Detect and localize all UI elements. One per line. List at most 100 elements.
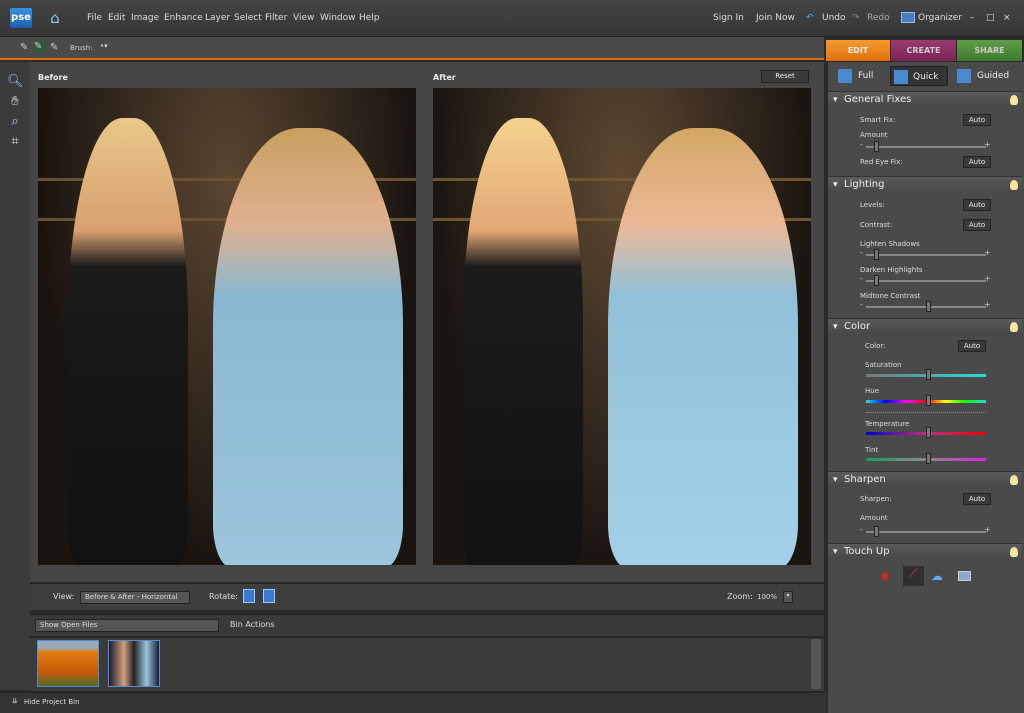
smart-fix-amount-slider[interactable] [866, 141, 986, 152]
bin-actions-menu[interactable]: Bin Actions [230, 620, 275, 629]
darken-highlights-slider[interactable] [866, 275, 986, 286]
subtract-brush-icon[interactable]: ✎ [50, 42, 58, 53]
red-eye-fix-label: Red Eye Fix: [860, 158, 903, 166]
show-open-files-select[interactable]: Show Open Files [35, 619, 219, 632]
menu-edit[interactable]: Edit [108, 13, 125, 23]
before-image[interactable] [38, 88, 416, 565]
hue-slider[interactable] [866, 395, 986, 406]
slider-knob[interactable] [874, 249, 879, 260]
section-title: Touch Up [844, 546, 890, 557]
zoom-dropdown[interactable]: ▾ [783, 591, 793, 603]
organizer-icon[interactable] [901, 12, 915, 23]
slider-knob[interactable] [926, 427, 931, 438]
rotate-left-icon[interactable] [243, 589, 255, 603]
reset-button[interactable]: Reset [761, 70, 809, 83]
section-general-fixes[interactable]: General Fixes [828, 91, 1022, 108]
quick-selection-tool-icon[interactable]: ⌕ [7, 114, 23, 130]
crop-tool-icon[interactable]: ⌗ [7, 134, 23, 150]
home-icon[interactable]: ⌂ [46, 9, 64, 27]
undo-button[interactable]: Undo [822, 13, 846, 23]
section-touch-up[interactable]: Touch Up [828, 543, 1022, 560]
color-auto-button[interactable]: Auto [958, 340, 986, 352]
menu-view[interactable]: View [293, 13, 314, 23]
minimize-button[interactable]: – [970, 13, 975, 23]
tip-bulb-icon[interactable] [1010, 322, 1018, 332]
tip-bulb-icon[interactable] [1010, 180, 1018, 190]
whiten-teeth-icon[interactable]: ⟋ [903, 566, 924, 586]
zoom-value[interactable]: 100% [757, 593, 777, 601]
menu-window[interactable]: Window [320, 13, 356, 23]
tip-bulb-icon[interactable] [1010, 95, 1018, 105]
menu-file[interactable]: File [87, 13, 102, 23]
mode-quick[interactable]: Quick [890, 66, 948, 86]
menu-image[interactable]: Image [131, 13, 159, 23]
tab-edit[interactable]: EDIT [826, 40, 890, 61]
midtone-contrast-slider[interactable] [866, 301, 986, 312]
bin-thumbnail[interactable] [108, 640, 160, 687]
hue-scale [866, 412, 986, 413]
view-select[interactable]: Before & After - Horizontal [80, 591, 190, 604]
section-sharpen[interactable]: Sharpen [828, 471, 1022, 488]
tip-bulb-icon[interactable] [1010, 547, 1018, 557]
menu-layer[interactable]: Layer [205, 13, 230, 23]
slider-knob[interactable] [874, 275, 879, 286]
quick-fix-panel [826, 62, 1024, 713]
tip-bulb-icon[interactable] [1010, 475, 1018, 485]
black-and-white-icon[interactable] [958, 571, 971, 581]
redo-button[interactable]: Redo [867, 13, 890, 23]
darken-highlights-label: Darken Highlights [860, 266, 923, 274]
contrast-auto-button[interactable]: Auto [963, 219, 991, 231]
menu-filter[interactable]: Filter [265, 13, 287, 23]
sign-in-link[interactable]: Sign In [713, 13, 744, 23]
sharpen-amount-slider[interactable] [866, 526, 986, 537]
tab-create[interactable]: CREATE [891, 40, 956, 61]
after-image[interactable] [433, 88, 811, 565]
saturation-slider[interactable] [866, 369, 986, 380]
tint-slider[interactable] [866, 453, 986, 464]
levels-label: Levels: [860, 201, 885, 209]
section-color[interactable]: Color [828, 318, 1022, 335]
slider-knob[interactable] [926, 369, 931, 380]
blue-sky-icon[interactable]: ☁ [931, 569, 943, 583]
section-lighting[interactable]: Lighting [828, 176, 1022, 193]
temperature-slider[interactable] [866, 427, 986, 438]
zoom-label: Zoom: [727, 592, 753, 601]
menu-help[interactable]: Help [359, 13, 380, 23]
add-brush-icon[interactable]: ✎ [34, 41, 46, 53]
mode-full[interactable]: Full [836, 66, 884, 86]
tab-share[interactable]: SHARE [957, 40, 1022, 61]
red-eye-auto-button[interactable]: Auto [963, 156, 991, 168]
maximize-button[interactable]: □ [986, 13, 995, 23]
smart-fix-auto-button[interactable]: Auto [963, 114, 991, 126]
slider-knob[interactable] [926, 395, 931, 406]
bin-thumbnail[interactable] [37, 640, 99, 687]
menu-select[interactable]: Select [234, 13, 262, 23]
rotate-right-icon[interactable] [263, 589, 275, 603]
lighten-shadows-label: Lighten Shadows [860, 240, 920, 248]
bin-scrollbar[interactable] [811, 639, 821, 689]
zoom-tool-icon[interactable]: 🔍︎ [7, 74, 24, 90]
menu-enhance[interactable]: Enhance [164, 13, 203, 23]
join-now-link[interactable]: Join Now [756, 13, 795, 23]
organizer-button[interactable]: Organizer [918, 13, 962, 23]
redo-icon[interactable]: ↷ [852, 13, 860, 23]
lighten-shadows-slider[interactable] [866, 249, 986, 260]
mode-guided[interactable]: Guided [955, 66, 1020, 86]
slider-knob[interactable] [874, 526, 879, 537]
hide-project-bin-icon[interactable]: ⇊ [12, 697, 18, 705]
hue-label: Hue [865, 387, 880, 395]
hand-tool-icon[interactable]: ✋︎ [7, 94, 23, 110]
sharpen-auto-button[interactable]: Auto [963, 493, 991, 505]
levels-auto-button[interactable]: Auto [963, 199, 991, 211]
selection-brush-icon[interactable]: ✎ [20, 42, 28, 53]
brush-size-picker[interactable]: •▾ [100, 42, 108, 50]
hide-project-bin-button[interactable]: Hide Project Bin [24, 698, 80, 706]
slider-knob[interactable] [926, 453, 931, 464]
slider-knob[interactable] [926, 301, 931, 312]
slider-knob[interactable] [874, 141, 879, 152]
undo-icon[interactable]: ↶ [806, 13, 814, 23]
mode-label: Guided [977, 71, 1010, 81]
after-label: After [433, 73, 456, 82]
red-eye-icon[interactable]: ◉ [880, 569, 890, 582]
close-button[interactable]: × [1003, 13, 1011, 23]
